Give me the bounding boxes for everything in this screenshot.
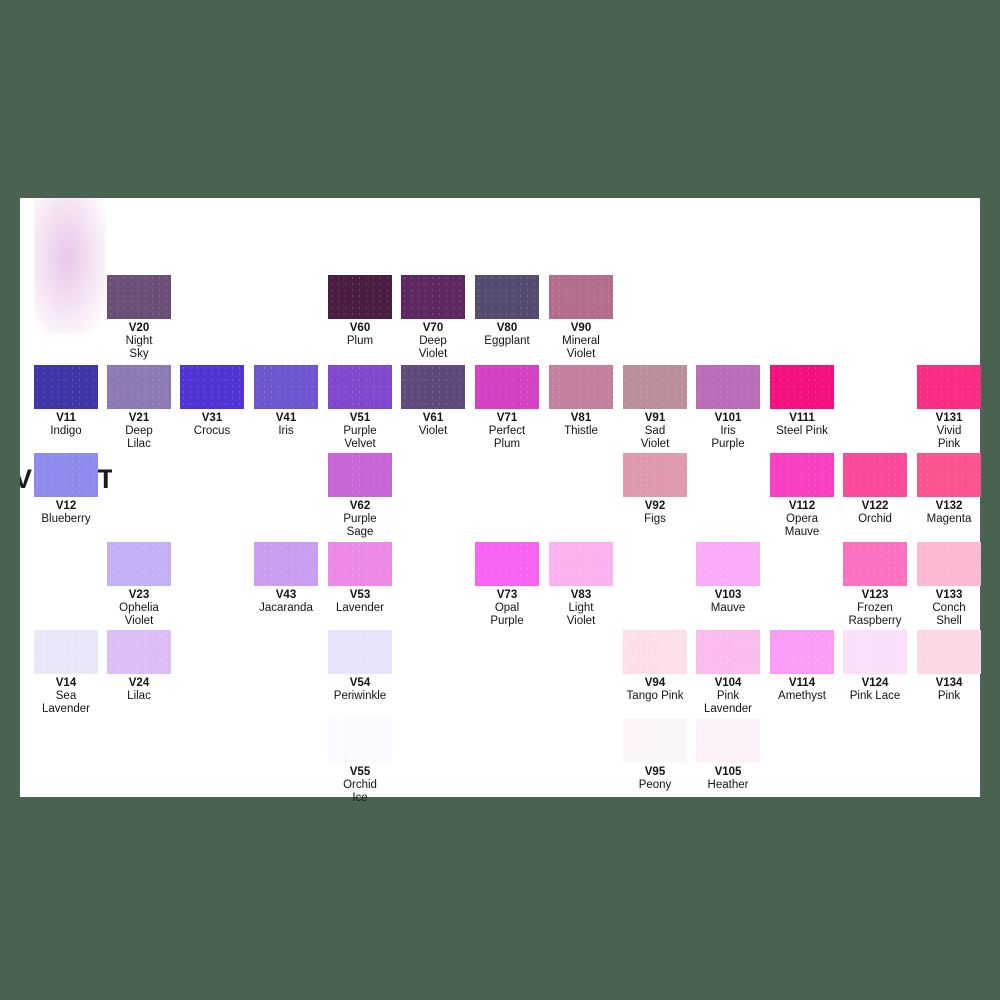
swatch-code: V53 — [349, 589, 371, 601]
swatch-cell[interactable]: V134 Pink — [906, 630, 992, 703]
color-swatch-chip[interactable] — [770, 453, 834, 497]
swatch-code: V131 — [935, 412, 963, 424]
color-swatch-chip[interactable] — [254, 365, 318, 409]
swatch-code: V90 — [570, 322, 592, 334]
swatch-code: V54 — [349, 677, 371, 689]
color-swatch-chip[interactable] — [34, 630, 98, 674]
swatch-name: Vivid Pink — [936, 425, 962, 450]
color-swatch-chip[interactable] — [107, 275, 171, 319]
color-swatch-chip[interactable] — [549, 365, 613, 409]
swatch-cell[interactable]: V62 Purple Sage — [317, 453, 403, 539]
swatch-name: Lavender — [336, 602, 384, 614]
swatch-code: V12 — [55, 500, 77, 512]
swatch-name: Periwinkle — [333, 690, 387, 702]
swatch-cell[interactable]: V92 Figs — [612, 453, 698, 526]
swatch-code: V20 — [128, 322, 150, 334]
swatch-code: V24 — [128, 677, 150, 689]
color-swatch-chip[interactable] — [254, 542, 318, 586]
swatch-name: Light Violet — [566, 602, 596, 627]
swatch-name: Ophelia Violet — [119, 602, 159, 627]
color-swatch-chip[interactable] — [917, 630, 981, 674]
swatch-code: V83 — [570, 589, 592, 601]
swatch-cell[interactable]: V20 Night Sky — [96, 275, 182, 361]
color-swatch-chip[interactable] — [328, 365, 392, 409]
color-swatch-chip[interactable] — [696, 719, 760, 763]
swatch-cell[interactable]: V83 Light Violet — [538, 542, 624, 628]
swatch-cell[interactable]: V111 Steel Pink — [759, 365, 845, 438]
swatch-name: Steel Pink — [776, 425, 828, 437]
color-swatch-chip[interactable] — [917, 365, 981, 409]
color-swatch-chip[interactable] — [696, 630, 760, 674]
swatch-name: Night Sky — [125, 335, 153, 360]
color-swatch-chip[interactable] — [770, 365, 834, 409]
swatch-grid: V20 Night Sky V60 Plum V70 Deep Violet V80 Eggp… — [0, 0, 1000, 1000]
color-swatch-chip[interactable] — [623, 365, 687, 409]
color-swatch-chip[interactable] — [696, 365, 760, 409]
swatch-name: Purple Sage — [343, 513, 377, 538]
swatch-cell[interactable]: V133 Conch Shell — [906, 542, 992, 628]
color-swatch-chip[interactable] — [696, 542, 760, 586]
color-swatch-chip[interactable] — [843, 630, 907, 674]
swatch-code: V134 — [935, 677, 963, 689]
swatch-cell[interactable]: V55 Orchid Ice — [317, 719, 403, 805]
swatch-cell[interactable]: V132 Magenta — [906, 453, 992, 526]
swatch-cell[interactable]: V12 Blueberry — [23, 453, 109, 526]
swatch-code: V62 — [349, 500, 371, 512]
color-swatch-chip[interactable] — [475, 275, 539, 319]
swatch-name: Conch Shell — [932, 602, 966, 627]
color-swatch-chip[interactable] — [401, 365, 465, 409]
swatch-cell[interactable]: V23 Ophelia Violet — [96, 542, 182, 628]
swatch-code: V133 — [935, 589, 963, 601]
swatch-cell[interactable]: V105 Heather — [685, 719, 771, 792]
color-swatch-chip[interactable] — [475, 542, 539, 586]
swatch-code: V132 — [935, 500, 963, 512]
color-swatch-chip[interactable] — [107, 630, 171, 674]
swatch-code: V55 — [349, 766, 371, 778]
color-swatch-chip[interactable] — [549, 275, 613, 319]
color-swatch-chip[interactable] — [475, 365, 539, 409]
color-swatch-chip[interactable] — [180, 365, 244, 409]
swatch-cell[interactable]: V103 Mauve — [685, 542, 771, 615]
swatch-name: Heather — [707, 779, 749, 791]
swatch-name: Lilac — [127, 690, 151, 702]
swatch-cell[interactable]: V54 Periwinkle — [317, 630, 403, 703]
color-swatch-chip[interactable] — [401, 275, 465, 319]
color-swatch-chip[interactable] — [107, 542, 171, 586]
swatch-cell[interactable]: V90 Mineral Violet — [538, 275, 624, 361]
color-swatch-chip[interactable] — [623, 453, 687, 497]
color-swatch-chip[interactable] — [917, 542, 981, 586]
color-swatch-chip[interactable] — [917, 453, 981, 497]
swatch-code: V92 — [644, 500, 666, 512]
color-swatch-chip[interactable] — [623, 630, 687, 674]
swatch-code: V105 — [714, 766, 742, 778]
color-swatch-chip[interactable] — [34, 365, 98, 409]
color-swatch-chip[interactable] — [843, 453, 907, 497]
color-swatch-chip[interactable] — [107, 365, 171, 409]
color-swatch-chip[interactable] — [623, 719, 687, 763]
swatch-name: Blueberry — [41, 513, 91, 525]
swatch-cell[interactable]: V131 Vivid Pink — [906, 365, 992, 451]
swatch-code: V23 — [128, 589, 150, 601]
swatch-name: Magenta — [926, 513, 972, 525]
swatch-name: Orchid Ice — [343, 779, 377, 804]
color-swatch-chip[interactable] — [328, 719, 392, 763]
color-swatch-chip[interactable] — [328, 275, 392, 319]
color-swatch-chip[interactable] — [770, 630, 834, 674]
color-swatch-chip[interactable] — [34, 453, 98, 497]
color-swatch-chip[interactable] — [328, 453, 392, 497]
swatch-name: Figs — [644, 513, 666, 525]
swatch-cell[interactable]: V24 Lilac — [96, 630, 182, 703]
color-swatch-chip[interactable] — [328, 542, 392, 586]
color-swatch-chip[interactable] — [843, 542, 907, 586]
swatch-name: Mauve — [710, 602, 746, 614]
swatch-name: Pink — [937, 690, 961, 702]
swatch-code: V103 — [714, 589, 742, 601]
color-swatch-chip[interactable] — [328, 630, 392, 674]
swatch-cell[interactable]: V53 Lavender — [317, 542, 403, 615]
swatch-code: V111 — [789, 412, 815, 424]
swatch-name: Mineral Violet — [562, 335, 600, 360]
color-swatch-chip[interactable] — [549, 542, 613, 586]
